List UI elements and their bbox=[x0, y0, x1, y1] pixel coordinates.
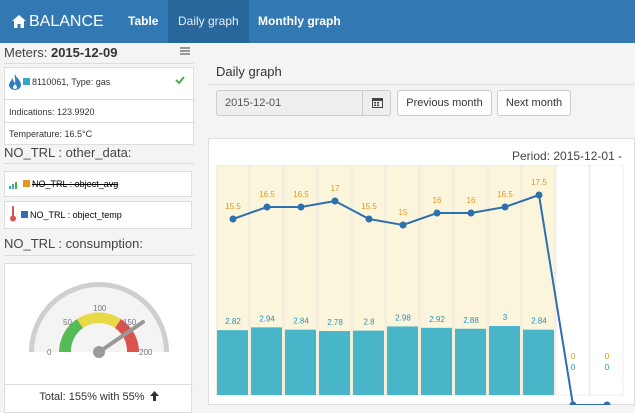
meters-title-prefix: Meters: bbox=[4, 45, 51, 60]
chart-point bbox=[399, 221, 407, 229]
flame-icon bbox=[9, 73, 21, 101]
meter-color-square bbox=[23, 78, 30, 85]
arrow-up-icon bbox=[149, 391, 159, 404]
chart-bar-label: 2.98 bbox=[395, 313, 411, 322]
chart-point-label: 17 bbox=[331, 184, 340, 193]
chart-point bbox=[535, 191, 543, 199]
meters-date: 2015-12-09 bbox=[50, 45, 118, 60]
chart-bar bbox=[387, 326, 418, 395]
gauge-tick-200: 200 bbox=[139, 348, 153, 357]
chart-bar-label: 2.88 bbox=[463, 316, 479, 325]
divider bbox=[4, 63, 194, 64]
meter-label: 8110061, Type: gas bbox=[32, 77, 111, 87]
home-icon bbox=[12, 2, 26, 45]
chart-point-label: 16 bbox=[467, 196, 476, 205]
daily-graph-title: Daily graph bbox=[216, 64, 282, 79]
chart-point bbox=[569, 401, 577, 405]
chart-point bbox=[229, 215, 237, 223]
daily-chart: 2.82 2.94 2.84 2.78 2.8 2.98 2.92 2.88 3 2.84 0 0 15… bbox=[216, 165, 624, 405]
chart-bar bbox=[353, 330, 384, 395]
chart-point bbox=[331, 197, 339, 205]
period-label: Period: 2015-12-01 - bbox=[512, 149, 623, 163]
chart-bar-label: 3 bbox=[503, 313, 508, 322]
chart-bar bbox=[251, 327, 282, 395]
chart-bar bbox=[421, 327, 452, 395]
consumption-total: Total: 155% with 55% bbox=[5, 384, 193, 404]
divider bbox=[4, 163, 194, 164]
left-panel: Meters: 2015-12-09 8110061, Type: gas In… bbox=[0, 43, 200, 413]
divider bbox=[208, 84, 635, 85]
nav-monthly-graph[interactable]: Monthly graph bbox=[248, 0, 351, 43]
next-month-button[interactable]: Next month bbox=[497, 90, 571, 116]
nav-table[interactable]: Table bbox=[118, 0, 168, 43]
consumption-gauge: 0 50 100 150 200 bbox=[29, 282, 169, 358]
chart-point bbox=[365, 215, 373, 223]
chart-point-label: 0 bbox=[605, 352, 610, 361]
previous-month-button[interactable]: Previous month bbox=[397, 90, 492, 116]
brand-label: BALANCE bbox=[29, 13, 104, 30]
chart-point bbox=[603, 401, 611, 405]
chart-bar bbox=[489, 326, 520, 395]
avg-color-square bbox=[23, 180, 30, 187]
chart-point-label: 15.5 bbox=[225, 202, 241, 211]
nav-daily-graph[interactable]: Daily graph bbox=[168, 0, 249, 43]
other-data-title: NO_TRL : other_data: bbox=[4, 145, 132, 160]
chart-bar-label: 2.94 bbox=[259, 314, 275, 323]
meter-row[interactable]: 8110061, Type: gas bbox=[5, 68, 195, 100]
temperature-row: Temperature: 16.5°C bbox=[9, 129, 93, 139]
check-icon bbox=[175, 68, 185, 96]
divider bbox=[4, 255, 194, 256]
menu-icon[interactable] bbox=[180, 47, 190, 55]
chart-bar bbox=[523, 329, 554, 395]
gauge-card: 0 50 100 150 200 Total: 155% with 55% bbox=[4, 263, 193, 413]
object-temp-label: NO_TRL : object_temp bbox=[30, 210, 122, 220]
object-temp-card[interactable]: NO_TRL : object_temp bbox=[4, 201, 192, 229]
object-avg-label: NO_TRL : object_avg bbox=[32, 179, 119, 189]
chart-point bbox=[297, 203, 305, 211]
consumption-total-label: Total: 155% with 55% bbox=[39, 391, 145, 403]
indications-row: Indications: 123.9920 bbox=[5, 101, 195, 123]
chart-bar-label: 2.82 bbox=[225, 317, 241, 326]
chart-bar bbox=[319, 331, 350, 395]
chart-bar-label: 0 bbox=[571, 363, 576, 372]
chart-point-label: 16.5 bbox=[293, 190, 309, 199]
chart-point bbox=[433, 209, 441, 217]
chart-point bbox=[501, 203, 509, 211]
gauge-tick-0: 0 bbox=[47, 348, 52, 357]
chart-point bbox=[467, 209, 475, 217]
chart-bar bbox=[217, 330, 248, 395]
brand-link[interactable]: BALANCE bbox=[12, 0, 104, 43]
gauge-tick-150: 150 bbox=[123, 318, 137, 327]
chart-point-label: 0 bbox=[571, 352, 576, 361]
calendar-icon bbox=[372, 98, 383, 108]
consumption-title: NO_TRL : consumption: bbox=[4, 236, 143, 251]
chart-bar-label: 2.84 bbox=[531, 317, 547, 326]
meter-card: 8110061, Type: gas Indications: 123.9920… bbox=[4, 67, 195, 145]
chart-point-label: 16 bbox=[433, 196, 442, 205]
chart-point-label: 15 bbox=[399, 208, 408, 217]
chart-bar-label: 2.92 bbox=[429, 315, 445, 324]
gauge-tick-50: 50 bbox=[63, 318, 72, 327]
chart-point-label: 16.5 bbox=[259, 190, 275, 199]
signal-bars-icon bbox=[9, 174, 19, 198]
chart-bar-label: 2.8 bbox=[363, 318, 375, 327]
chart-point bbox=[263, 203, 271, 211]
chart-bar bbox=[455, 328, 486, 395]
chart-bar-label: 2.84 bbox=[293, 317, 309, 326]
chart-bar bbox=[285, 329, 316, 395]
thermometer-icon bbox=[9, 206, 17, 232]
chart-bar-label: 2.78 bbox=[327, 318, 343, 327]
object-avg-card[interactable]: NO_TRL : object_avg bbox=[4, 171, 192, 197]
chart-point-label: 16.5 bbox=[497, 190, 513, 199]
chart-point-label: 17.5 bbox=[531, 178, 547, 187]
chart-bar-label: 0 bbox=[605, 363, 610, 372]
top-navbar: BALANCE Table Daily graph Monthly graph bbox=[0, 0, 635, 43]
temp-color-square bbox=[21, 211, 28, 218]
chart-point-label: 15.5 bbox=[361, 202, 377, 211]
meters-title: Meters: 2015-12-09 bbox=[4, 45, 117, 60]
gauge-pivot bbox=[93, 346, 105, 358]
gauge-tick-100: 100 bbox=[93, 304, 107, 313]
calendar-button[interactable] bbox=[362, 90, 392, 116]
